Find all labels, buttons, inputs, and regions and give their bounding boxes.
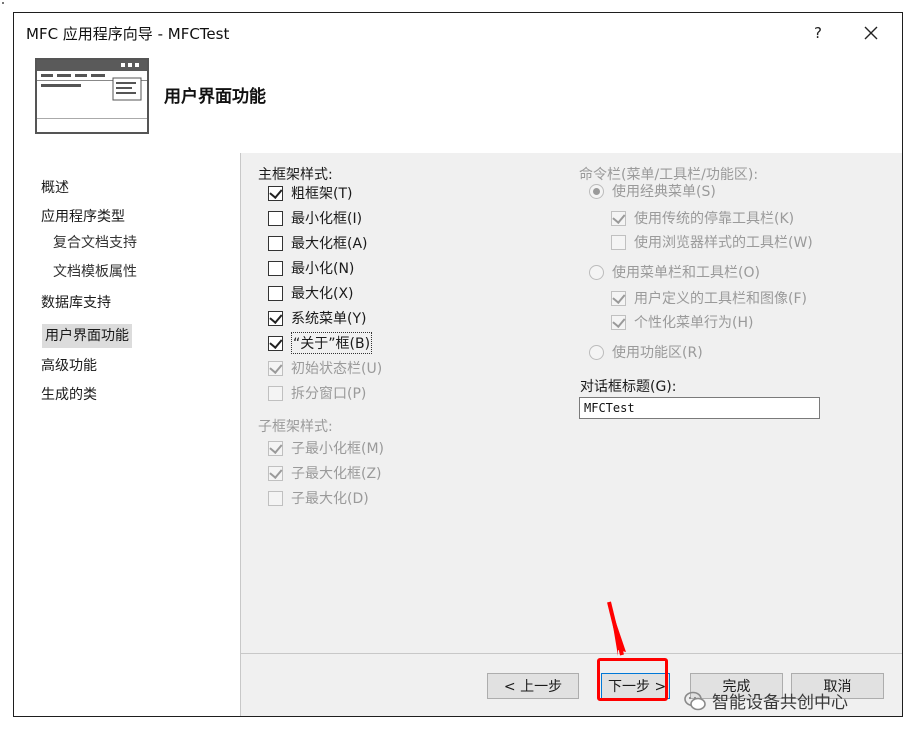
option-label: 子最小化框(M)	[291, 441, 385, 457]
maximize-box-checkbox[interactable]: 最大化框(A)	[268, 233, 368, 253]
split-window-checkbox[interactable]: 拆分窗口(P)	[268, 383, 366, 403]
checkbox-box	[268, 385, 283, 401]
checkbox-box	[611, 209, 626, 226]
about-box-checkbox[interactable]: “关于”框(B)	[268, 332, 373, 354]
option-label: 最大化框(A)	[291, 236, 368, 252]
wechat-icon	[684, 690, 706, 712]
option-label: 使用菜单栏和工具栏(O)	[612, 265, 760, 281]
watermark-text: 智能设备共创中心	[712, 693, 848, 713]
checkbox-box	[268, 490, 283, 506]
checkbox-box	[268, 334, 283, 351]
option-label: 使用浏览器样式的工具栏(W)	[634, 235, 813, 251]
checkbox-box	[268, 359, 283, 376]
nav-item-advanced[interactable]: 高级功能	[41, 355, 97, 375]
checkbox-box	[268, 285, 283, 301]
wizard-dialog: MFC 应用程序向导 - MFCTest ? 用户界面功能 概述 应用程序类型 …	[13, 12, 903, 717]
initial-status-bar-checkbox[interactable]: 初始状态栏(U)	[268, 358, 382, 378]
corner-dot	[2, 2, 4, 4]
radio-circle	[589, 264, 604, 280]
option-label: 拆分窗口(P)	[291, 386, 367, 402]
option-label: 使用功能区(R)	[612, 345, 703, 361]
child-frame-label: 子框架样式:	[258, 419, 333, 435]
nav-item-database[interactable]: 数据库支持	[41, 292, 111, 312]
ribbon-radio[interactable]: 使用功能区(R)	[589, 342, 703, 362]
option-label: 个性化菜单行为(H)	[634, 315, 754, 331]
checkbox-box	[268, 210, 283, 226]
option-label: 最大化(X)	[291, 286, 354, 302]
child-maximized-checkbox[interactable]: 子最大化(D)	[268, 488, 369, 508]
option-label: 子最大化框(Z)	[291, 466, 382, 482]
option-label: 最小化框(I)	[291, 211, 363, 227]
radio-circle	[589, 344, 604, 360]
nav-item-ui-features[interactable]: 用户界面功能	[42, 324, 132, 348]
classic-menu-radio[interactable]: 使用经典菜单(S)	[589, 181, 716, 201]
nav-item-doc-template[interactable]: 文档模板属性	[53, 261, 137, 281]
next-button-highlight	[597, 658, 668, 701]
dialog-title-label: 对话框标题(G):	[580, 379, 677, 395]
checkbox-box	[268, 309, 283, 326]
option-label: 使用经典菜单(S)	[612, 184, 716, 200]
option-label: 粗框架(T)	[291, 186, 353, 202]
checkbox-box	[268, 464, 283, 481]
checkbox-box	[268, 184, 283, 201]
checkbox-box	[611, 289, 626, 306]
checkbox-box	[268, 260, 283, 276]
nav-item-app-type[interactable]: 应用程序类型	[41, 206, 125, 226]
browser-style-toolbar-checkbox[interactable]: 使用浏览器样式的工具栏(W)	[611, 232, 813, 252]
page-title: 用户界面功能	[164, 87, 266, 107]
nav-item-overview[interactable]: 概述	[41, 177, 69, 197]
minimize-box-checkbox[interactable]: 最小化框(I)	[268, 208, 362, 228]
option-label: 使用传统的停靠工具栏(K)	[634, 211, 795, 227]
option-label: “关于”框(B)	[291, 332, 373, 354]
checkbox-box	[268, 235, 283, 251]
checkbox-box	[611, 234, 626, 250]
checkbox-box	[268, 439, 283, 456]
watermark: 智能设备共创中心	[684, 688, 848, 713]
option-label: 最小化(N)	[291, 261, 355, 277]
maximized-checkbox[interactable]: 最大化(X)	[268, 283, 354, 303]
option-label: 系统菜单(Y)	[291, 311, 367, 327]
nav-item-generated-classes[interactable]: 生成的类	[41, 384, 97, 404]
nav-item-compound-doc[interactable]: 复合文档支持	[53, 232, 137, 252]
option-label: 初始状态栏(U)	[291, 361, 383, 377]
option-label: 用户定义的工具栏和图像(F)	[634, 291, 807, 307]
window-title: MFC 应用程序向导 - MFCTest	[26, 25, 230, 43]
close-icon[interactable]	[856, 19, 886, 47]
header-band: 用户界面功能	[14, 53, 902, 153]
menubar-toolbar-radio[interactable]: 使用菜单栏和工具栏(O)	[589, 262, 760, 282]
checkbox-box	[611, 313, 626, 330]
legacy-docking-toolbar-checkbox[interactable]: 使用传统的停靠工具栏(K)	[611, 208, 794, 228]
system-menu-checkbox[interactable]: 系统菜单(Y)	[268, 308, 366, 328]
thick-frame-checkbox[interactable]: 粗框架(T)	[268, 183, 352, 203]
user-defined-toolbar-checkbox[interactable]: 用户定义的工具栏和图像(F)	[611, 288, 807, 308]
radio-circle	[589, 183, 604, 199]
personalized-menu-checkbox[interactable]: 个性化菜单行为(H)	[611, 312, 753, 332]
wizard-nav: 概述 应用程序类型 复合文档支持 文档模板属性 数据库支持 用户界面功能 高级功…	[14, 153, 240, 716]
option-label: 子最大化(D)	[291, 491, 369, 507]
help-button[interactable]: ?	[804, 19, 832, 47]
title-bar: MFC 应用程序向导 - MFCTest ?	[14, 13, 902, 53]
annotation-arrow-icon	[590, 600, 630, 664]
minimized-checkbox[interactable]: 最小化(N)	[268, 258, 354, 278]
child-minimize-box-checkbox[interactable]: 子最小化框(M)	[268, 438, 384, 458]
ui-window-icon	[35, 58, 149, 138]
main-frame-label: 主框架样式:	[258, 167, 333, 183]
dialog-title-input[interactable]	[579, 397, 820, 419]
previous-button[interactable]: < 上一步	[487, 673, 579, 699]
child-maximize-box-checkbox[interactable]: 子最大化框(Z)	[268, 463, 382, 483]
